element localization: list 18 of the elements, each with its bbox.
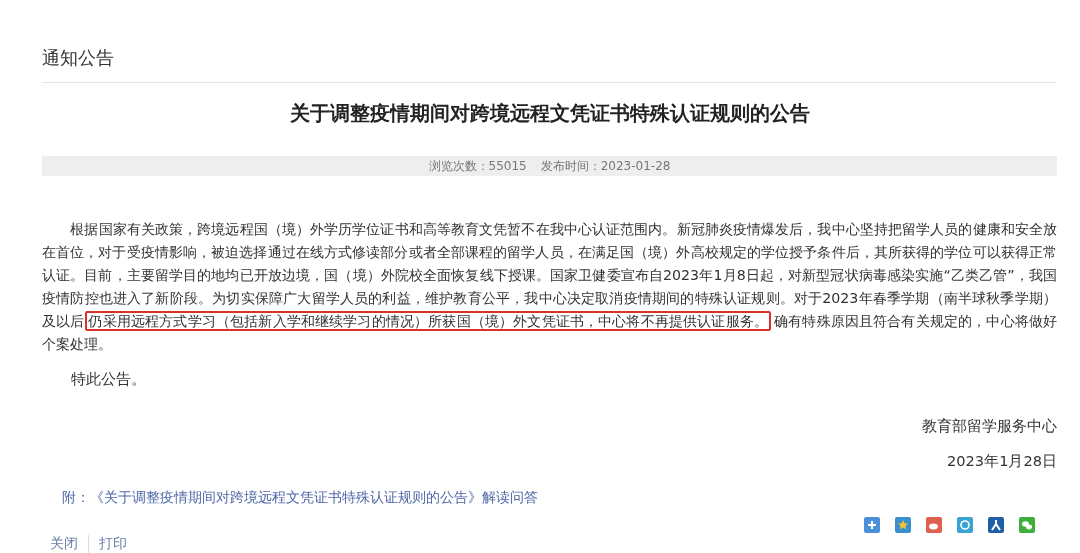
plus-share-icon[interactable] (864, 517, 880, 533)
signature: 教育部留学服务中心 (921, 417, 1057, 436)
action-link[interactable]: 关闭 (50, 535, 88, 553)
star-share-icon[interactable] (895, 517, 911, 533)
circle-share-icon[interactable] (957, 517, 973, 533)
meta-text: 发布时间：2023-01-28 (540, 157, 671, 175)
highlight-box: 仍采用远程方式学习（包括新入学和继续学习的情况）所获国（境）外文凭证书，中心将不再提供认证服务。 (85, 311, 772, 331)
section-title: 通知公告 (42, 0, 1057, 83)
chat-share-icon[interactable] (1019, 517, 1035, 533)
article-title: 关于调整疫情期间对跨境远程文凭证书特殊认证规则的公告 (288, 100, 811, 127)
action-link[interactable]: 打印 (88, 535, 137, 553)
figure-share-icon[interactable] (988, 517, 1004, 533)
closing-text: 特此公告。 (70, 370, 148, 389)
body-paragraph: 根据国家有关政策，跨境远程国（境）外学历学位证书和高等教育文凭暂不在我中心认证范围内。新冠肺炎疫情爆发后，我中心坚持把留学人员的健康和安全放在首位，对于受疫情影响，被迫选择通过在线方式修读部分或者全部课程的留学人员，在满足国（境）外高校规定的学位授予条件后，其所获得的学位可以获得正常认证。目前，主要留学目的地均已开放边境，国（境）外院校全面恢复线下授课。国家卫健委宣布自2023年1月8日起，对新型冠状病毒感染实施“乙类乙管”，我国疫情防控也进入了新阶段。为切实保障广大留学人员的利益，维护教育公平，我中心决定取消疫情期间的特殊认证规则。对于2023年春季学期（南半球秋季学期）及以后 仍采用远程方式学习（包括新入学和继续学习的情况）所获国（境）外文凭证书，中心将不再提供认证服务。 确有特殊原因且符合有关规定的，中心将做好个案处理。 (42, 220, 1057, 354)
attachment-link[interactable]: 《关于调整疫情期间对跨境远程文凭证书特殊认证规则的公告》解读问答 (90, 489, 538, 507)
meta-text: 浏览次数：55015 (428, 157, 527, 175)
signature-date: 2023年1月28日 (946, 452, 1057, 471)
attachment-label: 附： (62, 489, 90, 507)
